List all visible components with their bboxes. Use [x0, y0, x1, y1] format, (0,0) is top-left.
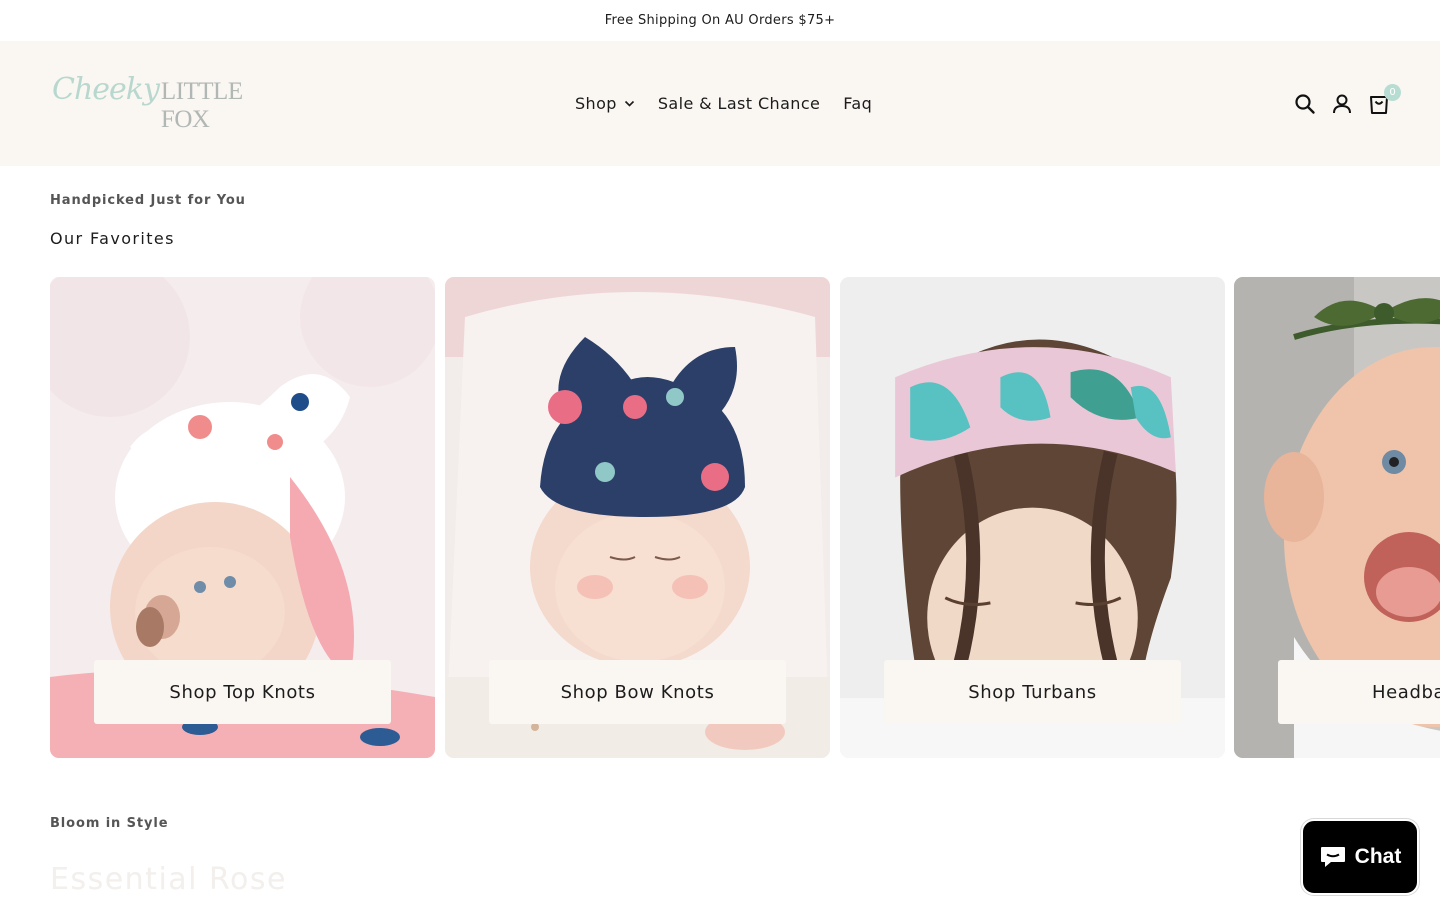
- cart-button[interactable]: 0: [1368, 83, 1401, 115]
- nav-item-shop[interactable]: Shop: [575, 94, 635, 113]
- chat-label: Chat: [1354, 845, 1402, 868]
- announcement-text: Free Shipping On AU Orders $75+: [604, 13, 836, 28]
- shop-top-knots-button[interactable]: Shop Top Knots: [94, 660, 391, 724]
- nav-item-shop-label: Shop: [575, 94, 617, 113]
- chat-button[interactable]: Chat: [1301, 819, 1419, 895]
- nav-item-sale[interactable]: Sale & Last Chance: [658, 94, 820, 113]
- shop-headbands-button[interactable]: Headba: [1278, 660, 1440, 724]
- nav-item-sale-label: Sale & Last Chance: [657, 94, 821, 113]
- collection-card-headbands[interactable]: Headba: [1234, 277, 1440, 758]
- bloom-title: Essential Rose: [50, 862, 287, 897]
- cart-count-badge: 0: [1384, 83, 1401, 101]
- collection-card-top-knots[interactable]: Shop Top Knots: [50, 277, 435, 758]
- search-icon: [1295, 93, 1315, 114]
- shop-bow-knots-button[interactable]: Shop Bow Knots: [489, 660, 786, 724]
- collection-card-turbans[interactable]: Shop Turbans: [840, 277, 1225, 758]
- header-actions: 0: [1279, 41, 1401, 166]
- announcement-bar: Free Shipping On AU Orders $75+: [0, 0, 1440, 41]
- favorites-subtitle: Handpicked Just for You: [50, 193, 246, 208]
- site-header: Cheeky LITTLE FOX Shop Sale & Last Chanc…: [0, 41, 1440, 166]
- collection-card-bow-knots[interactable]: Shop Bow Knots: [445, 277, 830, 758]
- user-icon: [1333, 94, 1351, 113]
- favorites-carousel: Shop Top Knots Shop Bow Knots Shop Turba…: [50, 277, 1440, 758]
- nav-item-faq[interactable]: Faq: [843, 94, 872, 113]
- shop-turbans-button[interactable]: Shop Turbans: [884, 660, 1181, 724]
- chat-bubble-icon: [1320, 847, 1345, 867]
- logo[interactable]: Cheeky LITTLE FOX: [50, 72, 243, 133]
- favorites-title: Our Favorites: [50, 229, 175, 248]
- nav-item-faq-label: Faq: [843, 94, 873, 113]
- logo-wordmark: Cheeky LITTLE FOX: [52, 72, 243, 134]
- search-button[interactable]: [1294, 93, 1316, 115]
- logo-text-little-fox: LITTLE FOX: [160, 78, 243, 133]
- account-button[interactable]: [1331, 93, 1353, 115]
- logo-text-cheeky: Cheeky: [52, 72, 160, 107]
- chevron-down-icon: [624, 100, 634, 107]
- bloom-subtitle: Bloom in Style: [50, 816, 169, 831]
- main-nav: Shop Sale & Last Chance Faq: [575, 41, 872, 166]
